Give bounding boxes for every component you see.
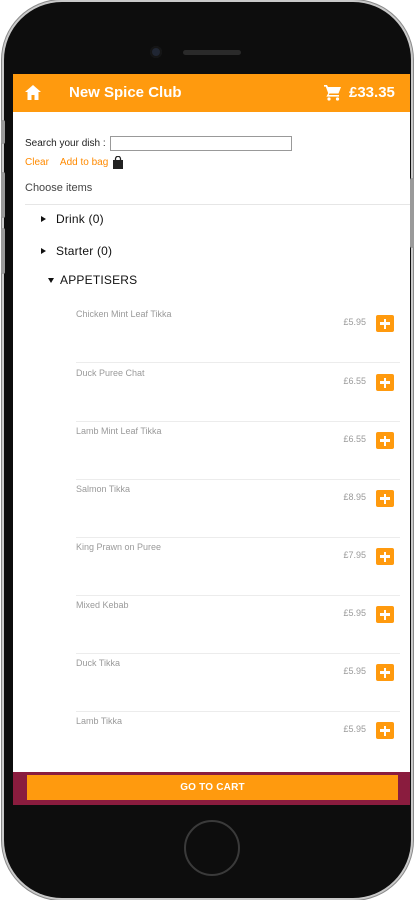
mute-switch	[1, 120, 5, 144]
item-name: Chicken Mint Leaf Tikka	[76, 309, 172, 319]
item-name: Duck Puree Chat	[76, 368, 145, 378]
item-price: £5.95	[343, 317, 366, 327]
plus-icon-stroke	[383, 551, 387, 562]
item-price: £6.55	[343, 434, 366, 444]
add-item-button[interactable]	[376, 315, 394, 332]
menu-item-row: Salmon Tikka £8.95	[76, 480, 400, 538]
home-button[interactable]	[184, 820, 240, 876]
category-label: Drink (0)	[56, 212, 104, 226]
search-input[interactable]	[109, 136, 292, 151]
item-name: Lamb Mint Leaf Tikka	[76, 426, 162, 436]
category-label: APPETISERS	[60, 273, 138, 287]
home-icon[interactable]	[25, 85, 41, 100]
add-item-button[interactable]	[376, 722, 394, 739]
plus-icon-stroke	[383, 435, 387, 446]
menu-item-row: Lamb Mint Leaf Tikka £6.55	[76, 422, 400, 480]
plus-icon-stroke	[383, 667, 387, 678]
item-price: £7.95	[343, 550, 366, 560]
app-screen: New Spice Club £33.35 Search your dish :…	[13, 74, 410, 805]
item-price: £5.95	[343, 724, 366, 734]
item-price: £6.55	[343, 376, 366, 386]
add-item-button[interactable]	[376, 548, 394, 565]
volume-up-button	[1, 172, 5, 218]
choose-items-label: Choose items	[25, 182, 93, 194]
caret-down-icon	[48, 277, 54, 283]
search-row: Search your dish :	[25, 136, 292, 151]
menu-item-row: Duck Tikka £5.95	[76, 654, 400, 712]
front-camera	[150, 46, 162, 58]
app-header: New Spice Club £33.35	[13, 74, 410, 112]
go-to-cart-button[interactable]: GO TO CART	[27, 775, 398, 800]
menu-item-row: Lamb Tikka £5.95	[76, 712, 400, 770]
earpiece-speaker	[183, 50, 241, 55]
shopping-bag-icon[interactable]	[112, 156, 124, 169]
item-name: Salmon Tikka	[76, 484, 131, 494]
menu-item-row: Duck Puree Chat £6.55	[76, 364, 400, 422]
page-title: New Spice Club	[69, 84, 182, 101]
volume-down-button	[1, 228, 5, 274]
power-button	[410, 178, 414, 248]
item-name: Duck Tikka	[76, 658, 121, 668]
item-price: £5.95	[343, 608, 366, 618]
caret-right-icon	[41, 216, 46, 222]
add-item-button[interactable]	[376, 490, 394, 507]
menu-item-row: Chicken Mint Leaf Tikka £5.95	[76, 305, 400, 363]
search-label: Search your dish :	[25, 138, 106, 149]
item-name: King Prawn on Puree	[76, 542, 162, 552]
plus-icon-stroke	[383, 725, 387, 736]
category-starter[interactable]: Starter (0)	[41, 244, 112, 258]
phone-frame: New Spice Club £33.35 Search your dish :…	[1, 2, 414, 898]
plus-icon-stroke	[383, 493, 387, 504]
add-item-button[interactable]	[376, 664, 394, 681]
search-actions: Clear Add to bag	[25, 156, 124, 169]
add-item-button[interactable]	[376, 374, 394, 391]
item-price: £5.95	[343, 666, 366, 676]
caret-right-icon	[41, 248, 46, 254]
category-appetisers[interactable]: APPETISERS	[48, 273, 137, 287]
item-name: Mixed Kebab	[76, 600, 129, 610]
menu-item-row: King Prawn on Puree £7.95	[76, 538, 400, 596]
plus-icon-stroke	[383, 609, 387, 620]
cart-icon[interactable]	[324, 84, 342, 101]
cart-total[interactable]: £33.35	[349, 84, 395, 101]
cart-footer-bar: GO TO CART	[13, 772, 410, 805]
plus-icon-stroke	[383, 377, 387, 388]
add-item-button[interactable]	[376, 606, 394, 623]
item-price: £8.95	[343, 492, 366, 502]
plus-icon-stroke	[383, 318, 387, 329]
clear-link[interactable]: Clear	[25, 157, 49, 168]
add-to-bag-link[interactable]: Add to bag	[60, 157, 108, 168]
category-drink[interactable]: Drink (0)	[41, 212, 104, 226]
add-item-button[interactable]	[376, 432, 394, 449]
divider	[25, 204, 410, 205]
menu-item-row: Mixed Kebab £5.95	[76, 596, 400, 654]
category-label: Starter (0)	[56, 244, 113, 258]
item-name: Lamb Tikka	[76, 716, 123, 726]
